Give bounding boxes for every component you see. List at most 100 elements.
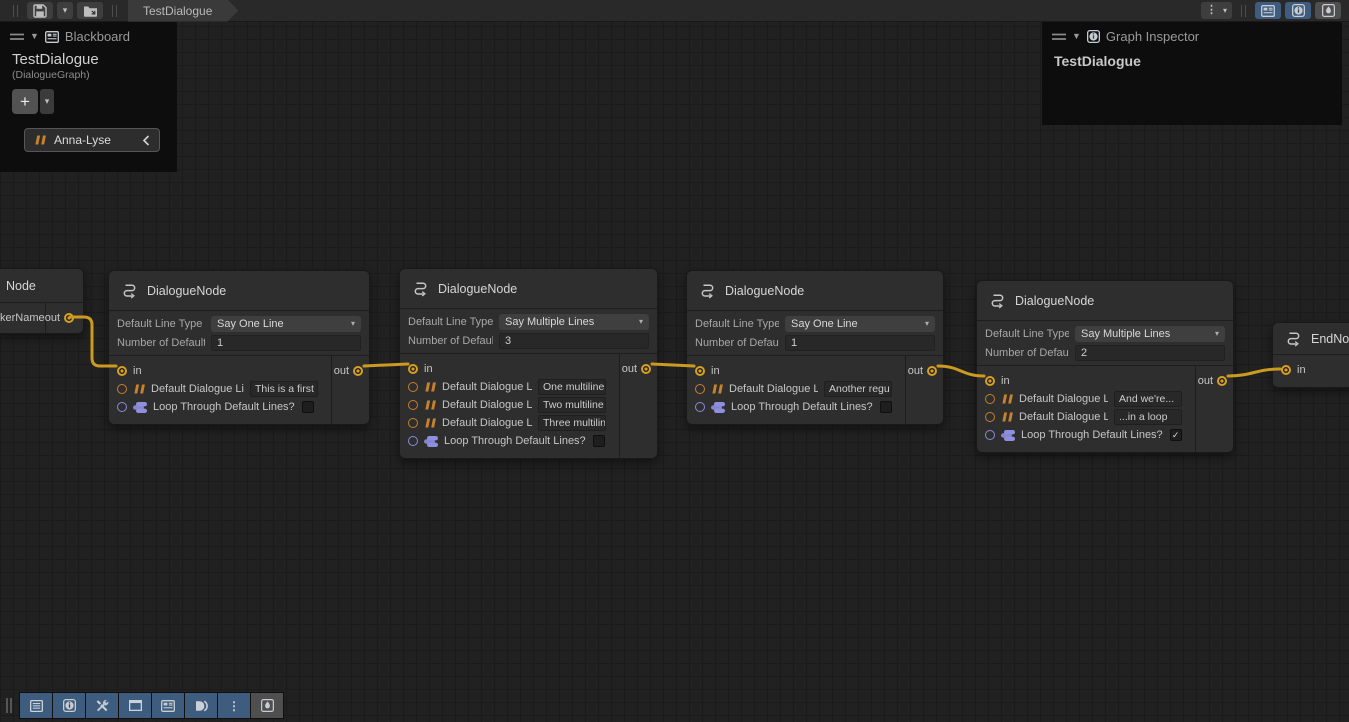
output-port[interactable] <box>353 366 363 376</box>
port-label: Default Dialogue Line 1 <box>442 381 532 393</box>
port-row: Default Dialogue Line 1And we're... <box>977 390 1195 408</box>
more-options-button[interactable]: ⋮ <box>218 693 250 718</box>
loop-checkbox[interactable]: ✓ <box>1170 429 1182 441</box>
loop-type-icon <box>711 402 725 413</box>
panel-drag-handle-icon[interactable] <box>1052 33 1066 41</box>
window-icon <box>129 700 142 711</box>
toolbar-drag-handle-icon[interactable] <box>6 698 12 713</box>
dialogue-node-4[interactable]: DialogueNodeDefault Line TypeSay Multipl… <box>976 280 1234 453</box>
input-port[interactable] <box>695 366 705 376</box>
port-label: Default Dialogue Line 2 <box>1019 411 1108 423</box>
dialogue-line-field[interactable]: This is a first <box>250 381 318 397</box>
string-input-port[interactable] <box>695 384 705 394</box>
tools-icon <box>95 699 109 712</box>
flame-toggle-button[interactable] <box>1315 2 1341 19</box>
port-label: Loop Through Default Lines? <box>1021 429 1163 441</box>
string-input-port[interactable] <box>985 394 995 404</box>
property-label: Number of Default Lines <box>985 347 1069 359</box>
node-view-button[interactable] <box>185 693 217 718</box>
bool-input-port[interactable] <box>408 436 418 446</box>
output-port[interactable] <box>1217 376 1227 386</box>
input-port[interactable] <box>117 366 127 376</box>
out-label: out <box>45 312 60 324</box>
speaker-node[interactable]: NodekerNameout <box>0 268 84 334</box>
save-options-button[interactable]: ▾ <box>57 2 73 19</box>
dialogue-line-field[interactable]: Another regu <box>824 381 892 397</box>
property-dropdown[interactable]: Say One Line▾ <box>211 316 361 332</box>
end-node[interactable]: EndNodein <box>1272 322 1349 388</box>
dialogue-line-field[interactable]: One multiline <box>538 379 606 395</box>
input-port[interactable] <box>1281 365 1291 375</box>
inspector-panel-button[interactable] <box>53 693 85 718</box>
flame-panel-button[interactable] <box>251 693 283 718</box>
caret-down-icon: ▾ <box>639 318 643 326</box>
collapse-caret-icon[interactable]: ▼ <box>30 32 39 41</box>
string-input-port[interactable] <box>117 384 127 394</box>
bool-input-port[interactable] <box>695 402 705 412</box>
string-input-port[interactable] <box>408 382 418 392</box>
bool-input-port[interactable] <box>117 402 127 412</box>
in-label: in <box>711 365 720 377</box>
property-dropdown[interactable]: Say Multiple Lines▾ <box>499 314 649 330</box>
add-variable-button[interactable]: + <box>12 89 38 114</box>
graph-tab[interactable]: TestDialogue <box>128 0 238 22</box>
input-port[interactable] <box>985 376 995 386</box>
out-label: out <box>622 363 637 375</box>
toggle-blackboard-button[interactable] <box>1255 2 1281 19</box>
dialogue-line-field[interactable]: ...in a loop <box>1114 409 1182 425</box>
dialogue-node-1[interactable]: DialogueNodeDefault Line TypeSay One Lin… <box>108 270 370 425</box>
string-input-port[interactable] <box>408 400 418 410</box>
dialogue-line-field[interactable]: And we're... <box>1114 391 1182 407</box>
property-dropdown[interactable]: Say Multiple Lines▾ <box>1075 326 1225 342</box>
collapse-caret-icon[interactable]: ▼ <box>1072 32 1081 41</box>
variable-name: Anna-Lyse <box>54 133 134 147</box>
view-options-button[interactable]: ⋮▾ <box>1201 2 1232 19</box>
window-panel-button[interactable] <box>119 693 151 718</box>
node-type-icon <box>120 282 139 299</box>
add-variable-options-button[interactable]: ▾ <box>40 89 54 114</box>
output-port[interactable] <box>927 366 937 376</box>
output-port[interactable] <box>64 313 74 323</box>
toggle-graph-inspector-button[interactable] <box>1285 2 1311 19</box>
output-ports: out <box>1195 366 1233 452</box>
open-graph-button[interactable] <box>77 2 103 19</box>
blackboard-icon <box>161 700 175 712</box>
bool-input-port[interactable] <box>985 430 995 440</box>
property-text-field[interactable]: 3 <box>499 333 649 349</box>
output-port-row: out <box>332 362 369 380</box>
dialogue-line-field[interactable]: Two multiline <box>538 397 606 413</box>
node-body: inDefault Dialogue LineThis is a firstLo… <box>109 356 369 424</box>
string-input-port[interactable] <box>985 412 995 422</box>
string-type-icon <box>424 382 436 392</box>
loop-checkbox[interactable] <box>593 435 605 447</box>
property-text-field[interactable]: 1 <box>785 335 935 351</box>
input-port[interactable] <box>408 364 418 374</box>
main-toolbar: ▾ TestDialogue ⋮▾ <box>0 0 1349 22</box>
console-panel-button[interactable] <box>20 693 52 718</box>
property-dropdown[interactable]: Say One Line▾ <box>785 316 935 332</box>
blackboard-panel-button[interactable] <box>152 693 184 718</box>
dialogue-line-field[interactable]: Three multiline <box>538 415 606 431</box>
input-ports: inDefault Dialogue LineAnother reguLoop … <box>687 356 905 424</box>
property-row: Default Line TypeSay Multiple Lines▾ <box>985 326 1225 342</box>
tools-panel-button[interactable] <box>86 693 118 718</box>
loop-checkbox[interactable] <box>880 401 892 413</box>
port-row: Default Dialogue LineThis is a first <box>109 380 331 398</box>
port-row: Default Dialogue Line 2 ...in a loop <box>977 408 1195 426</box>
property-label: Number of Default Lines <box>695 337 779 349</box>
dialogue-node-2[interactable]: DialogueNodeDefault Line TypeSay Multipl… <box>399 268 658 459</box>
dropdown-value: Say Multiple Lines <box>1081 328 1170 340</box>
node-body: inDefault Dialogue Line 1And we're...Def… <box>977 366 1233 452</box>
panel-drag-handle-icon[interactable] <box>10 33 24 41</box>
dialogue-node-3[interactable]: DialogueNodeDefault Line TypeSay One Lin… <box>686 270 944 425</box>
node-header: DialogueNode <box>400 269 657 309</box>
string-input-port[interactable] <box>408 418 418 428</box>
property-text-field[interactable]: 2 <box>1075 345 1225 361</box>
output-port[interactable] <box>641 364 651 374</box>
save-button[interactable] <box>27 2 53 19</box>
property-text-field[interactable]: 1 <box>211 335 361 351</box>
loop-checkbox[interactable] <box>302 401 314 413</box>
toolbar-drag-handle-icon[interactable] <box>13 5 18 17</box>
blackboard-variable-anna-lyse[interactable]: Anna-Lyse <box>24 128 160 152</box>
expand-variable-icon[interactable] <box>142 135 150 146</box>
